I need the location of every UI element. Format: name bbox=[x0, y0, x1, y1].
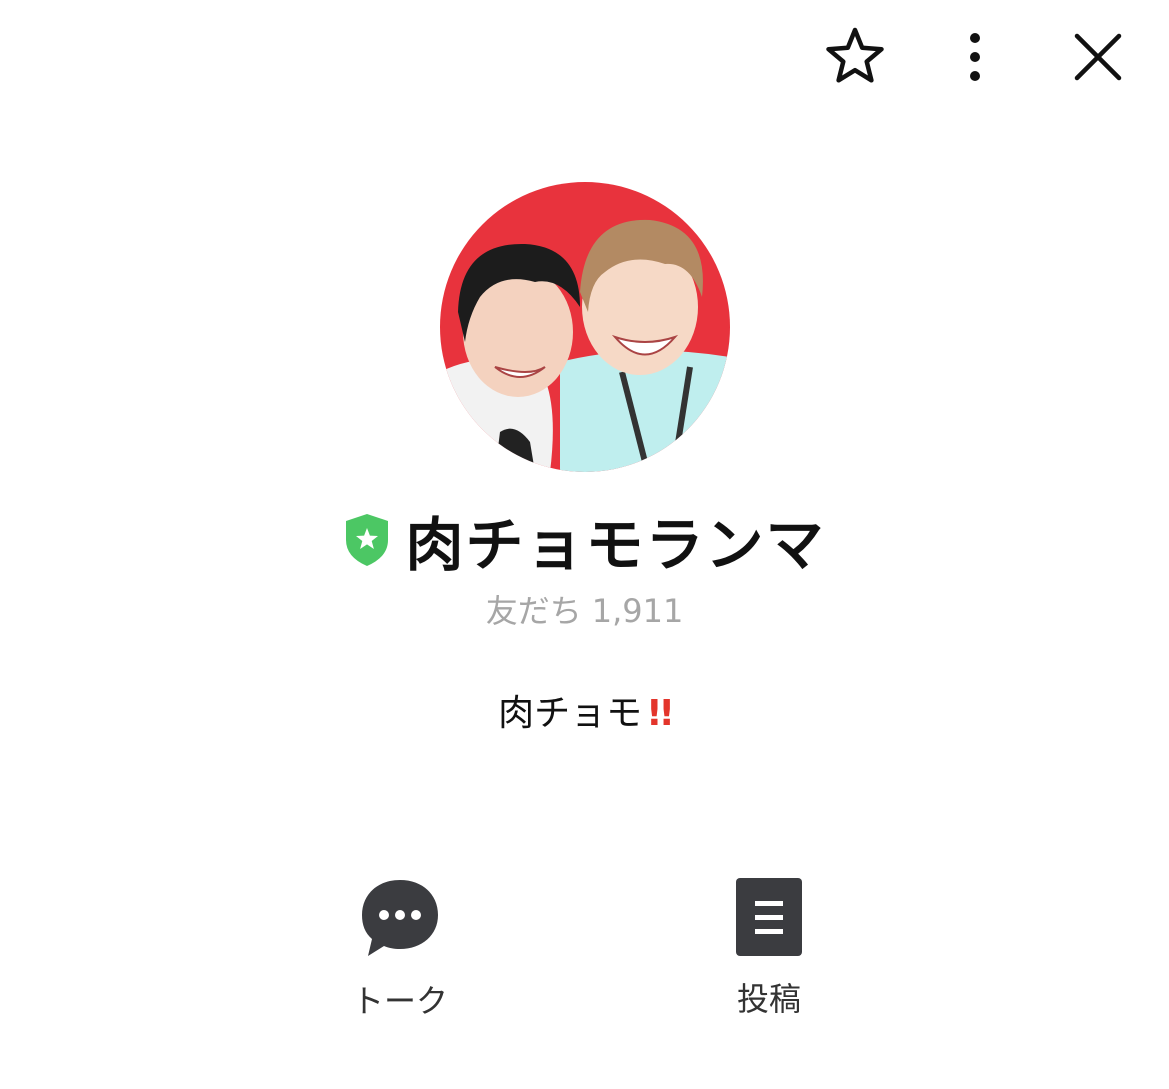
status-text: 肉チョモ bbox=[498, 693, 643, 734]
talk-label: トーク bbox=[351, 982, 448, 1020]
post-document-icon bbox=[736, 878, 802, 956]
post-action-button[interactable]: 投稿 bbox=[669, 876, 869, 1020]
profile-name: 肉チョモランマ bbox=[405, 511, 826, 579]
vertical-ellipsis-icon bbox=[970, 33, 980, 81]
friends-count-line: 友だち 1,911 bbox=[0, 586, 1169, 632]
friends-label: 友だち bbox=[485, 592, 582, 630]
avatar-photo bbox=[440, 182, 730, 472]
profile-avatar[interactable] bbox=[440, 182, 730, 472]
more-options-button[interactable] bbox=[940, 22, 1010, 92]
close-icon bbox=[1074, 33, 1122, 81]
chat-bubble-icon bbox=[362, 880, 438, 956]
double-exclamation-emoji: !! bbox=[646, 693, 675, 734]
friends-count: 1,911 bbox=[591, 592, 684, 630]
official-badge-shield-icon bbox=[346, 514, 389, 566]
profile-name-row: 肉チョモランマ bbox=[0, 500, 1169, 580]
favorite-button[interactable] bbox=[820, 22, 890, 92]
post-label: 投稿 bbox=[736, 980, 801, 1018]
star-outline-icon bbox=[826, 27, 884, 83]
status-message: 肉チョモ!! bbox=[0, 684, 1169, 736]
talk-action-button[interactable]: トーク bbox=[300, 876, 500, 1022]
close-button[interactable] bbox=[1063, 22, 1133, 92]
